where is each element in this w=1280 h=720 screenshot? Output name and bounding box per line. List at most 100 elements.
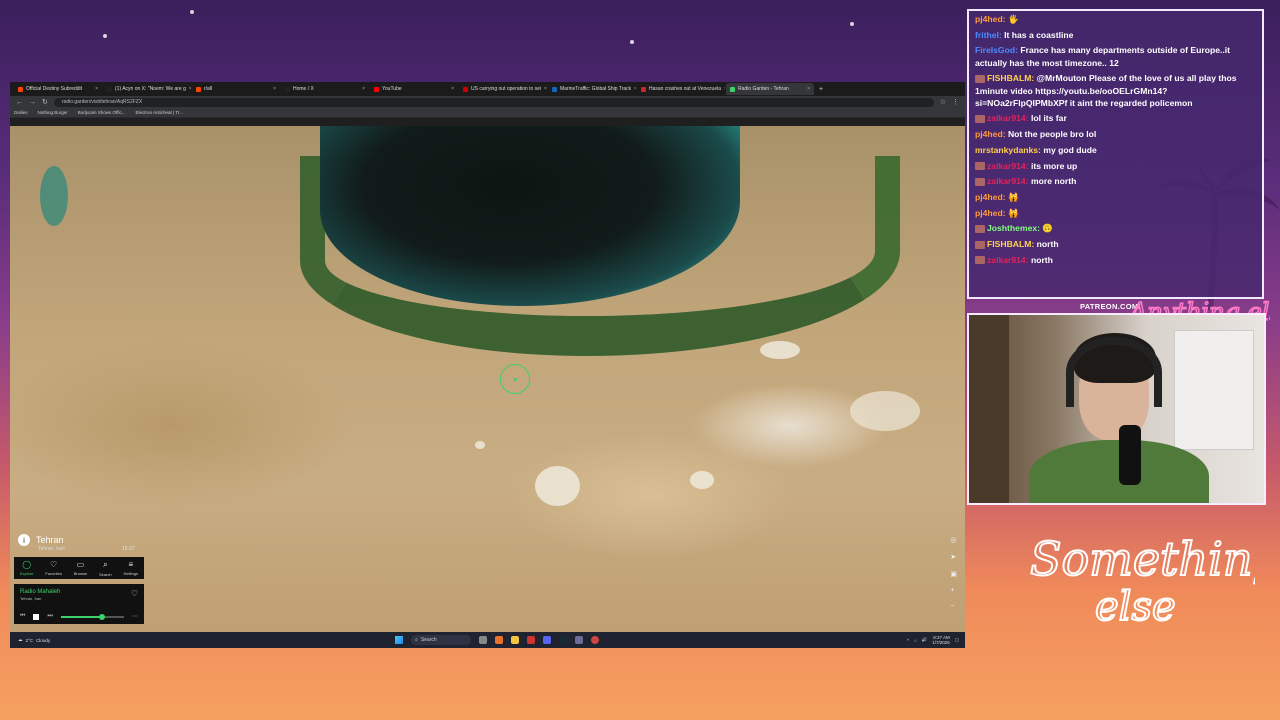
tab-favicon-icon <box>552 86 557 92</box>
chat-username[interactable]: frithel: <box>975 30 1002 40</box>
stop-icon[interactable] <box>33 613 40 620</box>
reload-icon[interactable]: ↻ <box>42 98 48 106</box>
volume-slider[interactable] <box>60 613 124 620</box>
browser-tab[interactable]: r/all × <box>192 83 280 95</box>
tab-favicon-icon <box>374 86 379 92</box>
user-badge-icon <box>975 256 985 265</box>
close-tab-icon[interactable]: × <box>544 86 547 92</box>
browser-app-icon[interactable] <box>495 636 503 644</box>
bookmark-star-icon[interactable]: ☆ <box>940 98 946 106</box>
zoom-out-icon[interactable]: − <box>950 603 957 610</box>
nav-search[interactable]: ⌕ Search <box>99 560 112 577</box>
location-icon[interactable]: ◎ <box>950 536 957 544</box>
close-tab-icon[interactable]: × <box>451 86 454 92</box>
chat-username[interactable]: zalkar914: <box>987 255 1029 265</box>
forward-icon[interactable]: → <box>29 99 36 106</box>
nav-settings[interactable]: ≡ Settings <box>124 560 138 576</box>
weather-widget[interactable]: ☁ 2°C Cloudy <box>18 637 50 643</box>
tab-bar: Official Destiny Subreddit × (1) Acyn on … <box>10 82 965 96</box>
tab-favicon-icon <box>730 86 735 92</box>
app-icon[interactable] <box>527 636 535 644</box>
close-tab-icon[interactable]: × <box>273 86 276 92</box>
chat-username[interactable]: pj4hed: <box>975 192 1006 202</box>
steam-icon[interactable] <box>559 636 567 644</box>
previous-icon[interactable]: ⏮ <box>20 613 25 620</box>
chat-username[interactable]: FireIsGod: <box>975 45 1018 55</box>
station-locator-ring[interactable] <box>500 364 530 394</box>
satellite-map[interactable]: i Tehran Tehran, Iran 18:37 ◯ Explore ♡ Fa… <box>10 126 965 632</box>
task-view-icon[interactable] <box>479 636 487 644</box>
nav-browse[interactable]: ▭ Browse <box>74 560 87 576</box>
close-tab-icon[interactable]: × <box>724 86 725 92</box>
favorite-heart-icon[interactable]: ♡ <box>131 589 138 598</box>
browser-tab[interactable]: Hasan crashes out at Venezuela× <box>637 83 725 95</box>
obs-icon[interactable] <box>591 636 599 644</box>
lock-icon[interactable]: ▣ <box>950 570 957 578</box>
chat-username[interactable]: pj4hed: <box>975 129 1006 139</box>
station-name[interactable]: Radio Mahaleh <box>20 589 138 595</box>
chat-username[interactable]: zalkar914: <box>987 113 1029 123</box>
browser-tab[interactable]: US carrying out operation to sei × <box>459 83 547 95</box>
chat-username[interactable]: FISHBALM: <box>987 73 1034 83</box>
close-tab-icon[interactable]: × <box>634 86 636 92</box>
lake-feature <box>40 166 68 226</box>
chat-message: pj4hed: Not the people bro lol <box>975 128 1256 140</box>
browser-tab[interactable]: Official Destiny Subreddit × <box>14 83 102 95</box>
chat-text: It has a coastline <box>1004 29 1074 40</box>
tab-favicon-icon <box>641 86 646 92</box>
salt-flat <box>850 391 920 431</box>
chat-username[interactable]: zalkar914: <box>987 176 1029 186</box>
nav-explore[interactable]: ◯ Explore <box>20 560 34 576</box>
nav-favorites[interactable]: ♡ Favorites <box>45 560 61 576</box>
chat-username[interactable]: FISHBALM: <box>987 239 1034 249</box>
browser-tab-active[interactable]: Radio Garden - Tehran × <box>726 83 814 95</box>
bookmark-item[interactable]: Nothing Burger <box>38 110 68 115</box>
close-tab-icon[interactable]: × <box>189 86 191 92</box>
brand-text-line-2: else <box>1095 584 1176 630</box>
volume-icon[interactable]: 🔊 <box>922 637 928 643</box>
search-icon: ⌕ <box>415 637 418 643</box>
browser-tab[interactable]: YouTube × <box>370 83 458 95</box>
bookmark-item[interactable]: Electron Anticheat | Tr... <box>135 110 182 115</box>
browser-window: Official Destiny Subreddit × (1) Acyn on … <box>10 82 965 648</box>
tray-chevron-icon[interactable]: ^ <box>907 638 909 643</box>
bookmark-item[interactable]: Dailies <box>14 110 28 115</box>
address-bar: ← → ↻ radio.garden/visit/tehran/AqRS2FZX… <box>10 96 965 108</box>
chat-message: pj4hed: 🙀 <box>975 207 1256 219</box>
chat-message: frithel: It has a coastline <box>975 29 1256 41</box>
volume-knob[interactable] <box>98 613 105 620</box>
notification-icon[interactable]: ▢ <box>955 637 959 643</box>
nav-label: Search <box>98 571 112 577</box>
bookmark-item[interactable]: Bodycam Shows Offic... <box>78 110 126 115</box>
close-tab-icon[interactable]: × <box>807 86 810 92</box>
url-field[interactable]: radio.garden/visit/tehran/AqRS2FZX <box>53 97 934 107</box>
network-icon[interactable]: ⌂ <box>914 638 917 643</box>
close-tab-icon[interactable]: × <box>95 86 98 92</box>
new-tab-icon[interactable]: + <box>819 86 823 93</box>
file-explorer-icon[interactable] <box>511 636 519 644</box>
next-icon[interactable]: ⏭ <box>47 613 52 620</box>
chat-username[interactable]: pj4hed: <box>975 14 1006 24</box>
chat-username[interactable]: zalkar914: <box>987 161 1029 171</box>
app-icon[interactable] <box>575 636 583 644</box>
browser-tab[interactable]: MarineTraffic: Global Ship Track × <box>548 83 636 95</box>
menu-icon[interactable]: ⋮ <box>952 98 959 106</box>
chat-message: zalkar914: more north <box>975 175 1256 187</box>
chat-username[interactable]: mrstankydanks: <box>975 145 1041 155</box>
chat-username[interactable]: Joshthemex: <box>987 223 1040 233</box>
discord-icon[interactable] <box>543 636 551 644</box>
more-icon[interactable]: ⋯ <box>132 613 138 620</box>
clock[interactable]: 8:37 AM 1/7/2026 <box>932 635 950 645</box>
browser-tab[interactable]: Home / X × <box>281 83 369 95</box>
chat-message: zalkar914: its more up <box>975 160 1256 172</box>
info-icon[interactable]: i <box>18 534 30 546</box>
taskbar-search[interactable]: ⌕ Search <box>411 635 471 645</box>
chat-username[interactable]: pj4hed: <box>975 208 1006 218</box>
zoom-in-icon[interactable]: + <box>950 587 957 594</box>
browser-tab[interactable]: (1) Acyn on X: "Noem: We are g × <box>103 83 191 95</box>
chat-text: lol its far <box>1030 113 1067 124</box>
close-tab-icon[interactable]: × <box>362 86 365 92</box>
back-icon[interactable]: ← <box>16 99 23 106</box>
windows-start-icon[interactable] <box>395 636 403 644</box>
compass-icon[interactable]: ➤ <box>950 553 957 561</box>
